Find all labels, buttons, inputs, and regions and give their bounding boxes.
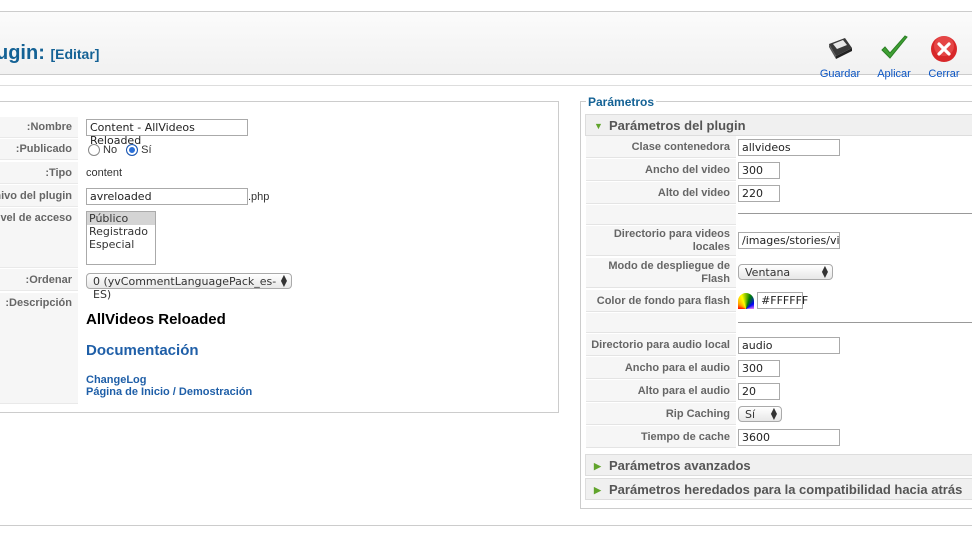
header-separator (0, 85, 972, 86)
flash-mode-select[interactable]: Ventana ▲ ▼ (738, 264, 833, 280)
container-class-label: Clase contenedora (586, 136, 736, 158)
access-option-registered[interactable]: Registrado (87, 225, 155, 238)
homepage-link[interactable]: Página de Inicio / Demostración (86, 386, 546, 398)
order-label: Ordenar: (0, 269, 78, 291)
audio-height-input[interactable]: 20 (738, 383, 780, 400)
rip-caching-select[interactable]: Sí ▲ ▼ (738, 406, 782, 422)
container-class-input[interactable]: allvideos (738, 139, 840, 156)
section-advanced-title: Parámetros avanzados (609, 458, 751, 473)
file-label: Archivo del plugin: (0, 185, 78, 207)
access-option-public[interactable]: Público (87, 212, 155, 225)
select-arrows-icon: ▲ ▼ (280, 273, 287, 288)
spacer-label-1 (586, 205, 736, 225)
published-label: Publicado: (0, 139, 78, 160)
apply-label: Aplicar (877, 68, 911, 80)
select-arrows-icon: ▲ ▼ (770, 406, 777, 421)
video-width-label: Ancho del video (586, 159, 736, 181)
page-title-text: ugin: (0, 42, 45, 64)
divider-1 (738, 213, 972, 214)
order-select[interactable]: 0 (yvCommentLanguagePack_es-ES) ▲ ▼ (86, 273, 292, 301)
section-legacy-title: Parámetros heredados para la compatibili… (609, 482, 963, 497)
documentation-link[interactable]: Documentación (86, 342, 546, 359)
page-header: ugin: [Editar] Guardar Aplicar Cerrar (0, 12, 972, 80)
video-dir-input[interactable]: /images/stories/vid (738, 232, 840, 249)
audio-dir-label: Directorio para audio local (586, 334, 736, 356)
divider-2 (738, 322, 972, 323)
access-label: Nivel de acceso: (0, 208, 78, 268)
published-yes-radio[interactable] (126, 144, 139, 157)
flash-bg-input[interactable]: #FFFFFF (757, 292, 808, 309)
section-plugin-params[interactable]: ▼ Parámetros del plugin (585, 114, 972, 136)
rip-caching-label: Rip Caching (586, 403, 736, 425)
bottom-divider (0, 525, 972, 526)
section-legacy-params[interactable]: ▶ Parámetros heredados para la compatibi… (585, 478, 972, 500)
file-ext: .php (248, 191, 270, 203)
collapsed-triangle-icon: ▶ (594, 485, 601, 495)
access-listbox[interactable]: Público Registrado Especial (86, 211, 156, 265)
rainbow-color-icon[interactable] (738, 292, 754, 309)
floppy-disk-icon (829, 38, 852, 59)
spacer-label-2 (586, 313, 736, 333)
flash-bg-label: Color de fondo para flash (586, 290, 736, 312)
apply-button[interactable]: Aplicar (869, 34, 919, 80)
access-option-special[interactable]: Especial (87, 238, 155, 251)
flash-mode-label: Modo de despliegue de Flash (586, 258, 736, 288)
select-arrows-icon: ▲ ▼ (821, 264, 828, 279)
published-radio-group: No Sí (86, 144, 152, 157)
video-dir-label: Directorio para videos locales (586, 226, 736, 256)
video-height-input[interactable]: 220 (738, 185, 780, 202)
type-label: Tipo: (0, 162, 78, 184)
type-value: content (86, 167, 123, 179)
changelog-link[interactable]: ChangeLog (86, 374, 546, 386)
cancel-label: Cerrar (928, 68, 960, 80)
cache-time-label: Tiempo de cache (586, 426, 736, 448)
video-width-input[interactable]: 300 (738, 162, 780, 179)
checkmark-icon (881, 35, 908, 59)
file-input[interactable]: avreloaded (86, 188, 248, 205)
save-button[interactable]: Guardar (815, 34, 865, 80)
audio-dir-input[interactable]: audio (738, 337, 840, 354)
audio-width-label: Ancho para el audio (586, 357, 736, 379)
close-icon (931, 36, 957, 62)
published-no-radio[interactable] (88, 144, 100, 157)
params-legend: Parámetros (586, 95, 657, 109)
video-height-label: Alto del video (586, 182, 736, 204)
description-content: AllVideos Reloaded Documentación ChangeL… (86, 311, 546, 398)
audio-height-label: Alto para el audio (586, 380, 736, 402)
name-input[interactable]: Content - AllVideos Reloaded (86, 119, 248, 147)
edit-label: [Editar] (50, 46, 100, 62)
cancel-button[interactable]: Cerrar (919, 34, 969, 80)
rip-caching-value: Sí (745, 408, 756, 421)
page-title: ugin: [Editar] (0, 42, 99, 65)
collapsed-triangle-icon: ▶ (594, 461, 601, 471)
published-no-label: No (103, 144, 118, 156)
audio-width-input[interactable]: 300 (738, 360, 780, 377)
published-yes-label: Sí (141, 144, 152, 156)
section-advanced-params[interactable]: ▶ Parámetros avanzados (585, 454, 972, 476)
section-plugin-title: Parámetros del plugin (609, 118, 746, 133)
expanded-triangle-icon: ▼ (594, 121, 603, 131)
description-label: Descripción: (0, 293, 78, 404)
name-label: Nombre: (0, 117, 78, 138)
cache-time-input[interactable]: 3600 (738, 429, 840, 446)
save-label: Guardar (819, 68, 861, 80)
flash-mode-value: Ventana (745, 266, 791, 279)
description-title: AllVideos Reloaded (86, 311, 226, 328)
